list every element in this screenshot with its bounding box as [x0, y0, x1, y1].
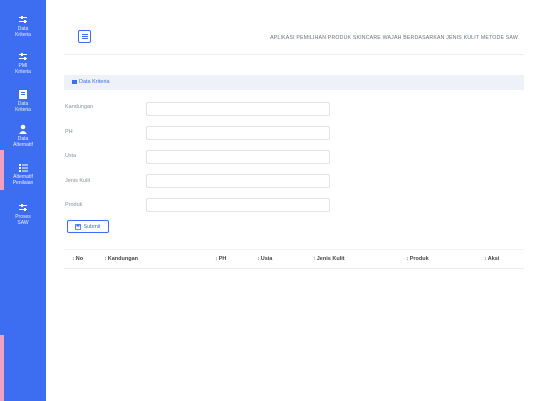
sort-icon: ↕ [313, 256, 316, 262]
sliders-icon [0, 49, 46, 61]
field-label-kandungan: Kandungan [65, 104, 94, 110]
hamburger-icon [81, 36, 88, 37]
column-header-no[interactable]: ↕No [72, 256, 83, 262]
edge-accent [0, 150, 4, 190]
column-header-jenis-kulit[interactable]: ↕Jenis Kulit [313, 256, 345, 262]
sort-icon: ↕ [257, 256, 260, 262]
panel-title: Data Kriteria [79, 79, 110, 85]
user-icon [0, 122, 46, 134]
sidebar-item-label: Kriteria [15, 32, 31, 38]
sliders-icon [0, 200, 46, 212]
sidebar-item-data-kriteria-2[interactable]: Data Kriteria [0, 87, 46, 113]
field-label-usia: Usia [65, 153, 77, 159]
column-header-kandungan[interactable]: ↕Kandungan [104, 256, 138, 262]
panel-header: Data Kriteria [64, 75, 524, 90]
sort-icon: ↕ [215, 256, 218, 262]
sidebar-item-data-alternatif[interactable]: Data Alternatif [0, 122, 46, 148]
table-header: ↕No ↕Kandungan ↕PH ↕Usia ↕Jenis Kulit ↕P… [64, 249, 524, 269]
produk-input[interactable] [146, 198, 330, 212]
column-label: Jenis Kulit [316, 256, 345, 262]
hamburger-icon [81, 38, 88, 39]
sort-icon: ↕ [406, 256, 409, 262]
column-header-produk[interactable]: ↕Produk [406, 256, 429, 262]
sidebar-item-data-kriteria[interactable]: Data Kriteria [0, 12, 46, 38]
sidebar-item-label: Penilaian [12, 180, 34, 186]
sidebar-item-label: Alternatif [13, 142, 33, 148]
clipboard-icon [0, 87, 46, 99]
list-icon [0, 160, 46, 172]
field-label-ph: PH [65, 129, 73, 135]
edge-accent [0, 335, 4, 401]
sort-icon: ↕ [104, 256, 107, 262]
column-label: Produk [409, 256, 429, 262]
kandungan-input[interactable] [146, 102, 330, 116]
sidebar-item-label: SAW [17, 220, 29, 226]
main-content: APLIKASI PEMILIHAN PRODUK SKINCARE WAJAH… [46, 0, 540, 401]
field-label-jenis-kulit: Jenis Kulit [65, 178, 91, 184]
submit-label: Submit [83, 223, 101, 230]
sidebar-item-label: Kriteria [15, 69, 31, 75]
jenis-kulit-input[interactable] [146, 174, 330, 188]
column-header-aksi[interactable]: ↕Aksi [484, 256, 499, 262]
app-title: APLIKASI PEMILIHAN PRODUK SKINCARE WAJAH… [270, 35, 518, 41]
column-label: PH [218, 256, 227, 262]
sidebar: Data Kriteria PMI Kriteria Data Kriteria… [0, 0, 46, 401]
hamburger-icon [81, 34, 88, 35]
panel-title-wrap: Data Kriteria [72, 79, 110, 85]
column-label: Aksi [487, 256, 500, 262]
column-label: Usia [260, 256, 273, 262]
usia-input[interactable] [146, 150, 330, 164]
menu-toggle-button[interactable] [78, 30, 91, 43]
sidebar-item-proses-saw[interactable]: Proses SAW [0, 200, 46, 226]
sliders-icon [0, 12, 46, 24]
column-header-ph[interactable]: ↕PH [215, 256, 226, 262]
sidebar-item-label: Kriteria [15, 107, 31, 113]
sidebar-item-alternatif-penilaian[interactable]: Alternatif Penilaian [0, 160, 46, 186]
save-icon [75, 223, 82, 230]
submit-button[interactable]: Submit [67, 220, 109, 233]
column-header-usia[interactable]: ↕Usia [257, 256, 272, 262]
sort-icon: ↕ [72, 256, 75, 262]
table-icon [72, 79, 77, 84]
column-label: Kandungan [107, 256, 138, 262]
top-bar: APLIKASI PEMILIHAN PRODUK SKINCARE WAJAH… [64, 18, 524, 55]
ph-input[interactable] [146, 126, 330, 140]
sidebar-item-pmi-kriteria[interactable]: PMI Kriteria [0, 49, 46, 75]
column-label: No [75, 256, 84, 262]
sort-icon: ↕ [484, 256, 487, 262]
field-label-produk: Produk [65, 202, 83, 208]
